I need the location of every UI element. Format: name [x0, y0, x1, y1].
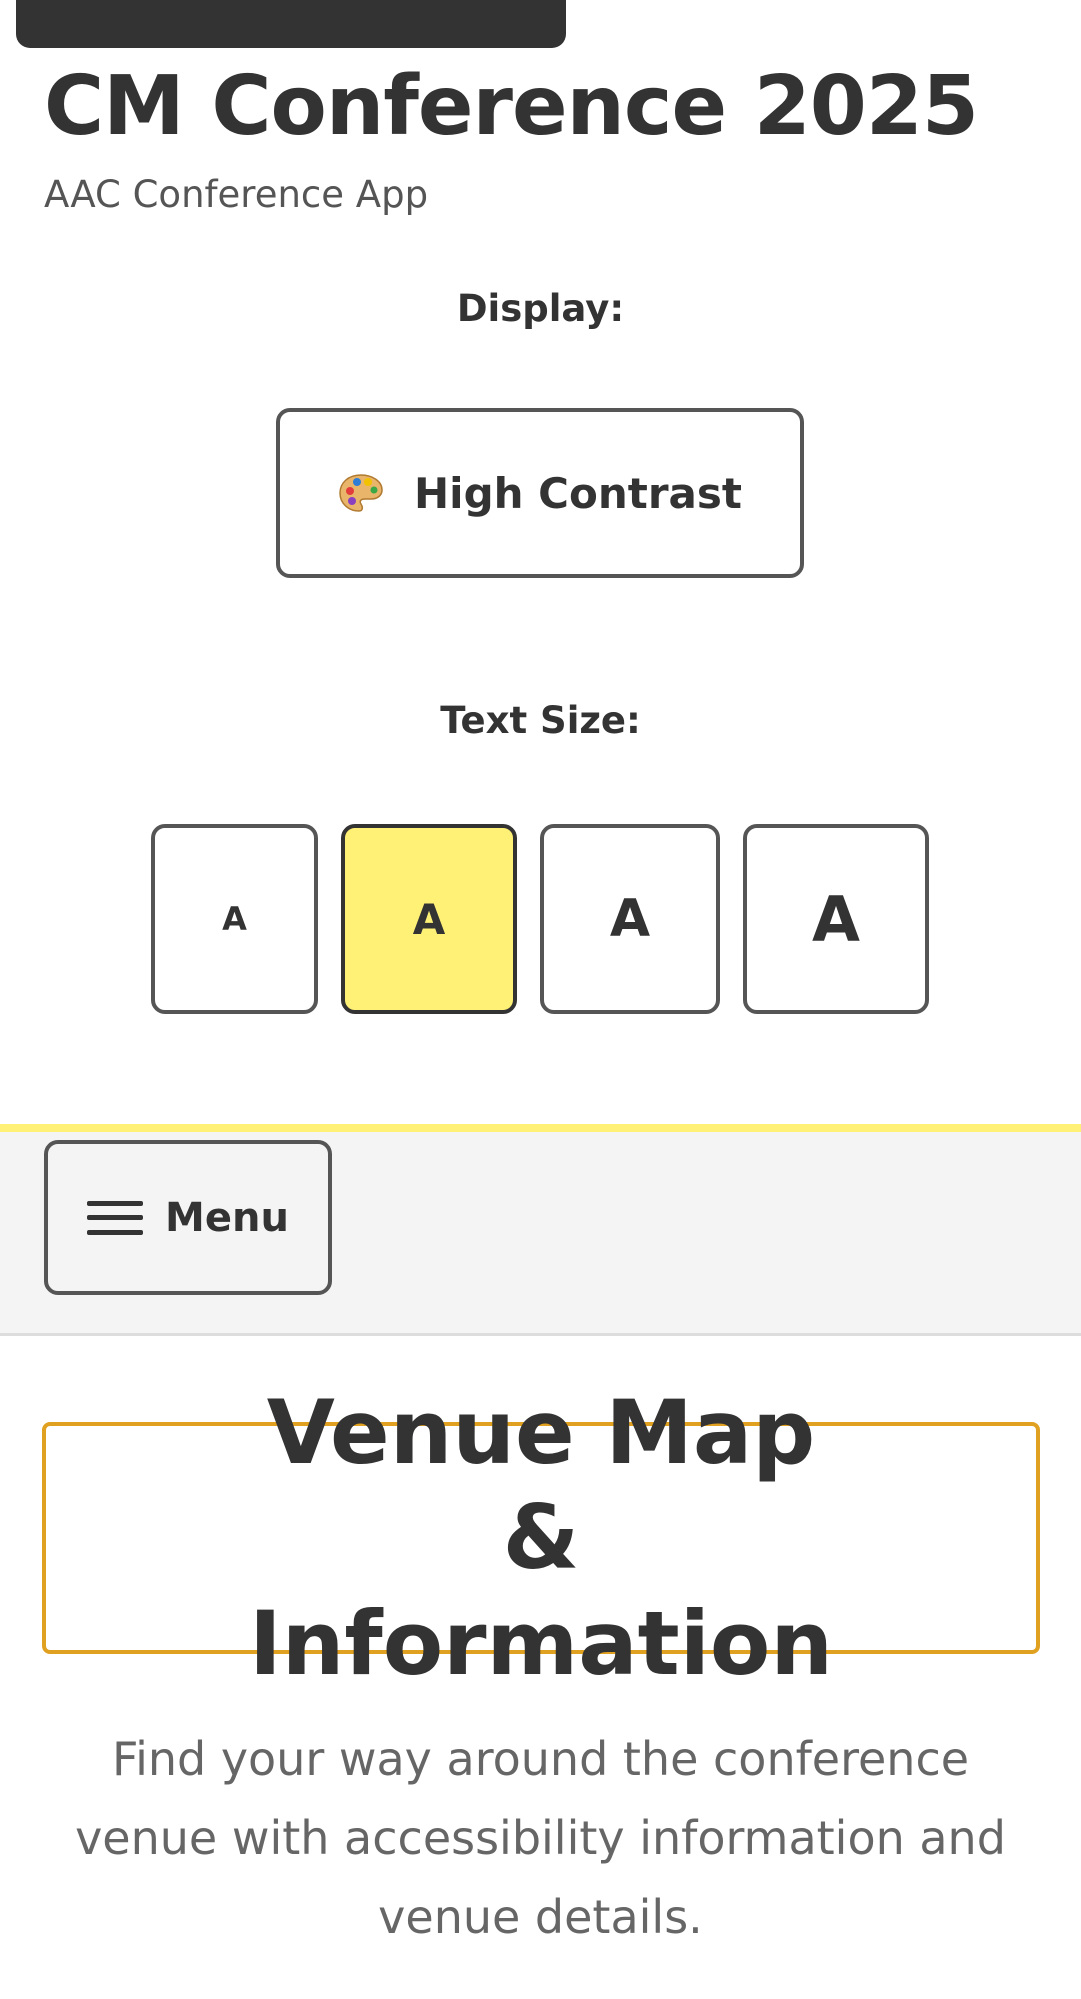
text-size-xlarge-button[interactable]: A: [743, 824, 929, 1014]
app-title: CM Conference 2025: [44, 59, 979, 154]
text-size-large-button[interactable]: A: [540, 824, 720, 1014]
page-heading: Venue Map & Information: [249, 1380, 833, 1695]
status-bar: [16, 0, 566, 48]
palette-icon: [338, 473, 384, 513]
high-contrast-label: High Contrast: [414, 468, 742, 518]
menu-button[interactable]: Menu: [44, 1140, 332, 1295]
high-contrast-button[interactable]: High Contrast: [276, 408, 804, 578]
display-label: Display:: [456, 287, 625, 330]
app-subtitle: AAC Conference App: [44, 173, 429, 216]
page-description: Find your way around the conference venu…: [75, 1732, 1006, 1945]
text-size-small-button[interactable]: A: [151, 824, 318, 1014]
hamburger-icon: [87, 1200, 144, 1235]
page-heading-container: Venue Map & Information: [42, 1381, 1040, 1695]
menu-label: Menu: [165, 1194, 289, 1241]
navigation-bar: Menu: [0, 1124, 1081, 1336]
text-size-label: Text Size:: [440, 699, 641, 742]
text-size-medium-button[interactable]: A: [341, 824, 517, 1014]
